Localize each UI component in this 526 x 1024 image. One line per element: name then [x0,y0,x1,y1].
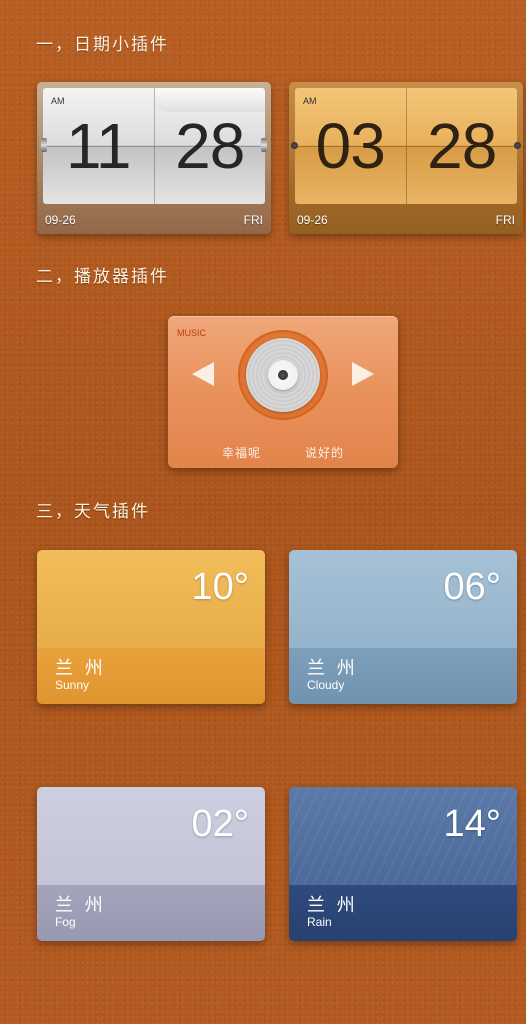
minute-card: 28 [154,88,265,204]
clock-widget-silver[interactable]: AM 11 28 09-26 FRI [37,82,271,234]
clock-widget-gold[interactable]: AM 03 28 09-26 FRI [289,82,523,234]
disc-center [268,360,298,390]
ampm-label: AM [303,96,317,106]
section-title-weather-widgets: 三，天气插件 [36,502,150,522]
hour-digits: 03 [315,110,386,182]
weather-widget-cloudy[interactable]: 06° 兰 州 Cloudy [289,550,517,704]
condition-text: Sunny [55,678,90,692]
city-name: 兰 州 [307,658,358,679]
disc-ring [238,330,328,420]
ampm-label: AM [51,96,65,106]
flip-clock-panel: AM 11 28 [43,88,265,204]
hinge-right-icon [514,142,521,149]
condition-text: Fog [55,915,76,929]
weather-top: 10° [37,550,265,648]
day-text: FRI [495,213,515,227]
disc-hole [278,370,288,380]
section-title-date-widgets: 一，日期小插件 [36,35,169,55]
temperature-text: 06° [443,566,501,608]
music-label: MUSIC [177,328,206,338]
section-title-player-widgets: 二，播放器插件 [36,267,169,287]
city-name: 兰 州 [55,658,106,679]
weather-top: 02° [37,787,265,885]
triangle-left-icon[interactable] [192,362,214,386]
hinge-left-icon [291,142,298,149]
triangle-right-icon[interactable] [352,362,374,386]
weather-bottom: 兰 州 Sunny [37,648,265,704]
day-text: FRI [243,213,263,227]
weather-bottom: 兰 州 Cloudy [289,648,517,704]
vinyl-disc-icon[interactable] [246,338,320,412]
city-name: 兰 州 [55,895,106,916]
page-curl-decoration [154,88,265,112]
date-text: 09-26 [45,213,76,227]
weather-bottom: 兰 州 Rain [289,885,517,941]
page: { "sections": { "date_widgets_title": "一… [0,0,526,1024]
weather-bottom: 兰 州 Fog [37,885,265,941]
temperature-text: 10° [191,566,249,608]
lyric-right: 说好的 [305,446,345,460]
hinge-right-icon [261,138,267,152]
weather-widget-rain[interactable]: 14° 兰 州 Rain [289,787,517,941]
clock-footer: 09-26 FRI [297,213,515,227]
condition-text: Rain [307,915,332,929]
minute-card: 28 [406,88,518,204]
weather-top: 06° [289,550,517,648]
flip-clock-panel: AM 03 28 [295,88,517,204]
temperature-text: 02° [191,803,249,845]
temperature-text: 14° [443,803,501,845]
music-player-widget[interactable]: MUSIC 幸福呢 说好的 [168,316,398,468]
minute-digits: 28 [175,110,245,182]
city-name: 兰 州 [307,895,358,916]
condition-text: Cloudy [307,678,345,692]
hour-digits: 11 [66,110,131,182]
lyric-left: 幸福呢 [221,446,261,460]
weather-widget-fog[interactable]: 02° 兰 州 Fog [37,787,265,941]
hinge-left-icon [41,138,47,152]
lyrics-line: 幸福呢 说好的 [168,444,398,461]
weather-top: 14° [289,787,517,885]
date-text: 09-26 [297,213,328,227]
minute-digits: 28 [427,110,497,182]
clock-footer: 09-26 FRI [45,213,263,227]
weather-widget-sunny[interactable]: 10° 兰 州 Sunny [37,550,265,704]
